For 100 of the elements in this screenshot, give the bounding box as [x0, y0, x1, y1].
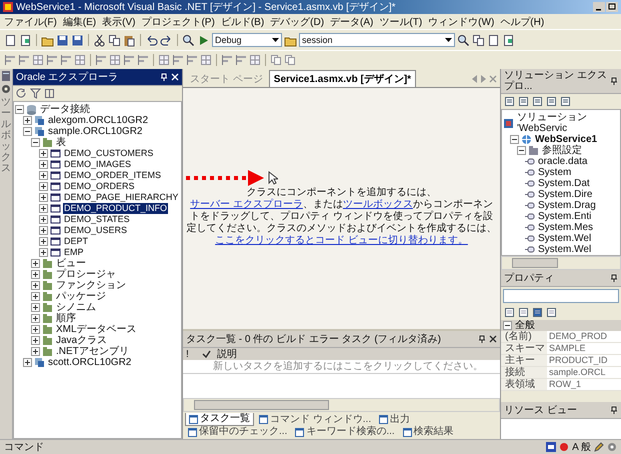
menu-item[interactable]: ツール(T): [379, 14, 422, 28]
gear-icon[interactable]: [1, 84, 11, 94]
hint-link[interactable]: サーバー エクスプローラ: [190, 199, 303, 210]
expander-icon[interactable]: [31, 314, 40, 323]
menu-item[interactable]: ヘルプ(H): [500, 14, 544, 28]
align-icon[interactable]: [46, 54, 58, 66]
restore-button[interactable]: [606, 2, 618, 12]
tree-item[interactable]: DEMO_USERS: [63, 225, 128, 236]
refresh-icon[interactable]: [16, 88, 27, 99]
tree-item[interactable]: DEMO_CUSTOMERS: [63, 148, 154, 159]
properties-icon[interactable]: [504, 96, 515, 107]
copy-icon[interactable]: [108, 34, 121, 46]
align-icon[interactable]: [137, 54, 149, 66]
expander-icon[interactable]: [31, 292, 40, 301]
tree-item[interactable]: sample.ORCL10GR2: [47, 126, 144, 137]
tree-item[interactable]: ビュー: [55, 258, 87, 269]
menu-item[interactable]: デバッグ(D): [270, 14, 324, 28]
expander-icon[interactable]: [517, 146, 526, 155]
tree-item[interactable]: System.Dire: [537, 189, 594, 200]
expander-icon[interactable]: [23, 116, 32, 125]
play-icon[interactable]: [197, 34, 210, 46]
expander-icon[interactable]: [39, 149, 48, 158]
expander-icon[interactable]: [39, 226, 48, 235]
grid-icon[interactable]: [200, 54, 212, 66]
expander-icon[interactable]: [31, 336, 40, 345]
grid-icon[interactable]: [249, 54, 261, 66]
tree-item[interactable]: System.Dat: [537, 178, 591, 189]
tree-item[interactable]: System.Wel: [537, 244, 592, 255]
expander-icon[interactable]: [39, 237, 48, 246]
property-value[interactable]: DEMO_PROD: [547, 331, 608, 342]
expander-icon[interactable]: [39, 171, 48, 180]
pin-icon[interactable]: [478, 335, 486, 343]
properties-icon[interactable]: [518, 96, 529, 107]
close-icon[interactable]: [489, 335, 497, 343]
tool-window-tab[interactable]: キーワード検索の...: [292, 426, 398, 438]
new-file-icon[interactable]: [4, 34, 17, 46]
tree-item[interactable]: 順序: [55, 313, 77, 324]
redo-icon[interactable]: [160, 34, 173, 46]
properties-icon[interactable]: [504, 307, 515, 318]
ime-mode[interactable]: A 般: [572, 440, 591, 454]
tree-item[interactable]: System.Mes: [537, 222, 594, 233]
properties-icon[interactable]: [532, 307, 543, 318]
save-icon[interactable]: [56, 34, 69, 46]
column-header[interactable]: !: [186, 348, 196, 360]
align-icon[interactable]: [123, 54, 135, 66]
tree-item[interactable]: alexgom.ORCL10GR2: [47, 115, 150, 126]
expander-icon[interactable]: [31, 259, 40, 268]
column-header[interactable]: 説明: [217, 347, 237, 361]
expander-icon[interactable]: [39, 248, 48, 257]
scissors-icon[interactable]: [93, 34, 106, 46]
expander-icon[interactable]: [23, 127, 32, 136]
object-dropdown[interactable]: [503, 289, 619, 303]
align-icon[interactable]: [235, 54, 247, 66]
tree-item[interactable]: System: [537, 167, 572, 178]
grid-icon[interactable]: [109, 54, 121, 66]
menu-item[interactable]: ビルド(B): [220, 14, 264, 28]
expander-icon[interactable]: [15, 105, 24, 114]
new-file-icon[interactable]: [487, 34, 500, 46]
toolbox-tab[interactable]: ツールボックス: [1, 97, 11, 174]
settings-icon[interactable]: [607, 442, 617, 452]
tree-item[interactable]: DEMO_IMAGES: [63, 159, 132, 170]
property-value[interactable]: ROW_1: [547, 379, 582, 390]
expander-icon[interactable]: [510, 135, 519, 144]
tree-item[interactable]: 表: [55, 137, 67, 148]
expander-icon[interactable]: [39, 204, 48, 213]
tree-item[interactable]: ファンクション: [55, 280, 127, 291]
tree-item[interactable]: プロシージャ: [55, 269, 117, 280]
tool-window-tab[interactable]: コマンド ウィンドウ...: [256, 413, 374, 426]
tree-item[interactable]: Javaクラス: [55, 335, 108, 346]
horizontal-scrollbar[interactable]: [183, 398, 500, 412]
ball-icon[interactable]: [559, 442, 570, 452]
pin-icon[interactable]: [610, 406, 618, 414]
align-icon[interactable]: [18, 54, 30, 66]
property-value[interactable]: SAMPLE: [547, 343, 586, 354]
tool-window-tab[interactable]: 出力: [376, 413, 414, 426]
menu-item[interactable]: 編集(E): [62, 14, 96, 28]
expander-icon[interactable]: [31, 138, 40, 147]
tree-item[interactable]: シノニム: [55, 302, 97, 313]
minimize-button[interactable]: [593, 2, 605, 12]
tree-item[interactable]: パッケージ: [55, 291, 107, 302]
menu-item[interactable]: 表示(V): [102, 14, 136, 28]
tree-item[interactable]: oracle.data: [537, 156, 588, 167]
hint-link[interactable]: ツールボックス: [342, 199, 413, 210]
expander-icon[interactable]: [23, 358, 32, 367]
tree-item[interactable]: EMP: [63, 247, 85, 258]
grid-icon[interactable]: [158, 54, 170, 66]
align-icon[interactable]: [4, 54, 16, 66]
menu-item[interactable]: ファイル(F): [4, 14, 57, 28]
find-icon[interactable]: [457, 34, 470, 46]
tree-item[interactable]: ソリューション 'WebServic: [516, 112, 620, 134]
server-icon[interactable]: [1, 71, 11, 81]
save-all-icon[interactable]: [71, 34, 84, 46]
tree-item[interactable]: DEMO_PRODUCT_INFO: [63, 203, 168, 214]
align-icon[interactable]: [221, 54, 233, 66]
columns-icon[interactable]: [44, 88, 55, 99]
align-icon[interactable]: [95, 54, 107, 66]
check-icon[interactable]: [202, 350, 211, 358]
properties-icon[interactable]: [546, 96, 557, 107]
paste-icon[interactable]: [123, 34, 136, 46]
add-item-icon[interactable]: [19, 34, 32, 46]
